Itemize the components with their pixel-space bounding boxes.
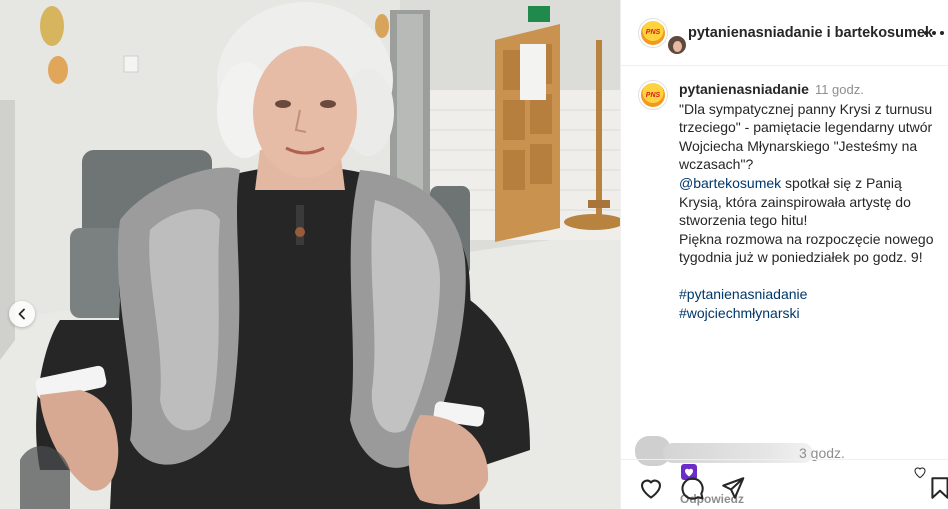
collab-avatars[interactable]: PNS bbox=[638, 17, 688, 56]
caption-username[interactable]: pytanienasniadanie bbox=[679, 81, 809, 97]
comment-button[interactable] bbox=[679, 475, 705, 501]
save-button[interactable] bbox=[927, 475, 948, 501]
post-header: PNS pytanienasniadanie i bartekosumek bbox=[621, 0, 948, 66]
heart-outline-icon bbox=[640, 479, 662, 499]
header-joiner: i bbox=[822, 24, 835, 41]
comments-area: PNS pytanienasniadanie 11 godz. "Dla symp… bbox=[621, 66, 948, 506]
carousel-prev-button[interactable] bbox=[9, 301, 35, 327]
avatar-bartekosumek[interactable] bbox=[666, 33, 688, 56]
pns-logo-icon: PNS bbox=[641, 83, 665, 107]
hashtag-link[interactable]: #wojciechmłynarski bbox=[679, 305, 800, 321]
header-username-2[interactable]: bartekosumek bbox=[835, 25, 933, 41]
caption-avatar[interactable]: PNS bbox=[638, 80, 668, 110]
post-side-panel: PNS pytanienasniadanie i bartekosumek PN… bbox=[620, 0, 948, 509]
hashtag-link[interactable]: #pytanienasniadanie bbox=[679, 286, 807, 302]
caption-gap bbox=[679, 267, 941, 285]
post-photo[interactable] bbox=[0, 0, 620, 509]
share-button[interactable] bbox=[720, 475, 746, 501]
pns-logo-icon: PNS bbox=[641, 20, 665, 45]
paper-plane-icon bbox=[722, 477, 745, 499]
post-photo-illustration bbox=[0, 0, 620, 509]
header-username-1[interactable]: pytanienasniadanie bbox=[688, 25, 823, 41]
more-dot bbox=[932, 31, 936, 35]
header-accounts: pytanienasniadanie i bartekosumek bbox=[688, 25, 933, 41]
post-caption: pytanienasniadanie 11 godz. "Dla sympatyc… bbox=[679, 80, 941, 322]
avatar[interactable]: PNS bbox=[638, 17, 668, 48]
caption-mention[interactable]: @bartekosumek bbox=[679, 175, 781, 191]
caption-text-1: "Dla sympatycznej panny Krysi z turnusu … bbox=[679, 100, 933, 173]
avatar-face bbox=[673, 40, 682, 52]
post-actions-bar bbox=[621, 459, 948, 509]
caption-time[interactable]: 11 godz. bbox=[815, 82, 864, 97]
caption-text-3: Piękna rozmowa na rozpoczęcie nowego tyg… bbox=[679, 230, 934, 266]
more-dot bbox=[940, 31, 944, 35]
chevron-left-icon bbox=[18, 308, 25, 320]
more-horizontal-icon bbox=[924, 31, 928, 35]
bookmark-icon bbox=[931, 477, 948, 499]
like-button[interactable] bbox=[638, 475, 664, 501]
comment-bubble-icon bbox=[681, 477, 704, 500]
more-options-button[interactable] bbox=[924, 24, 944, 42]
